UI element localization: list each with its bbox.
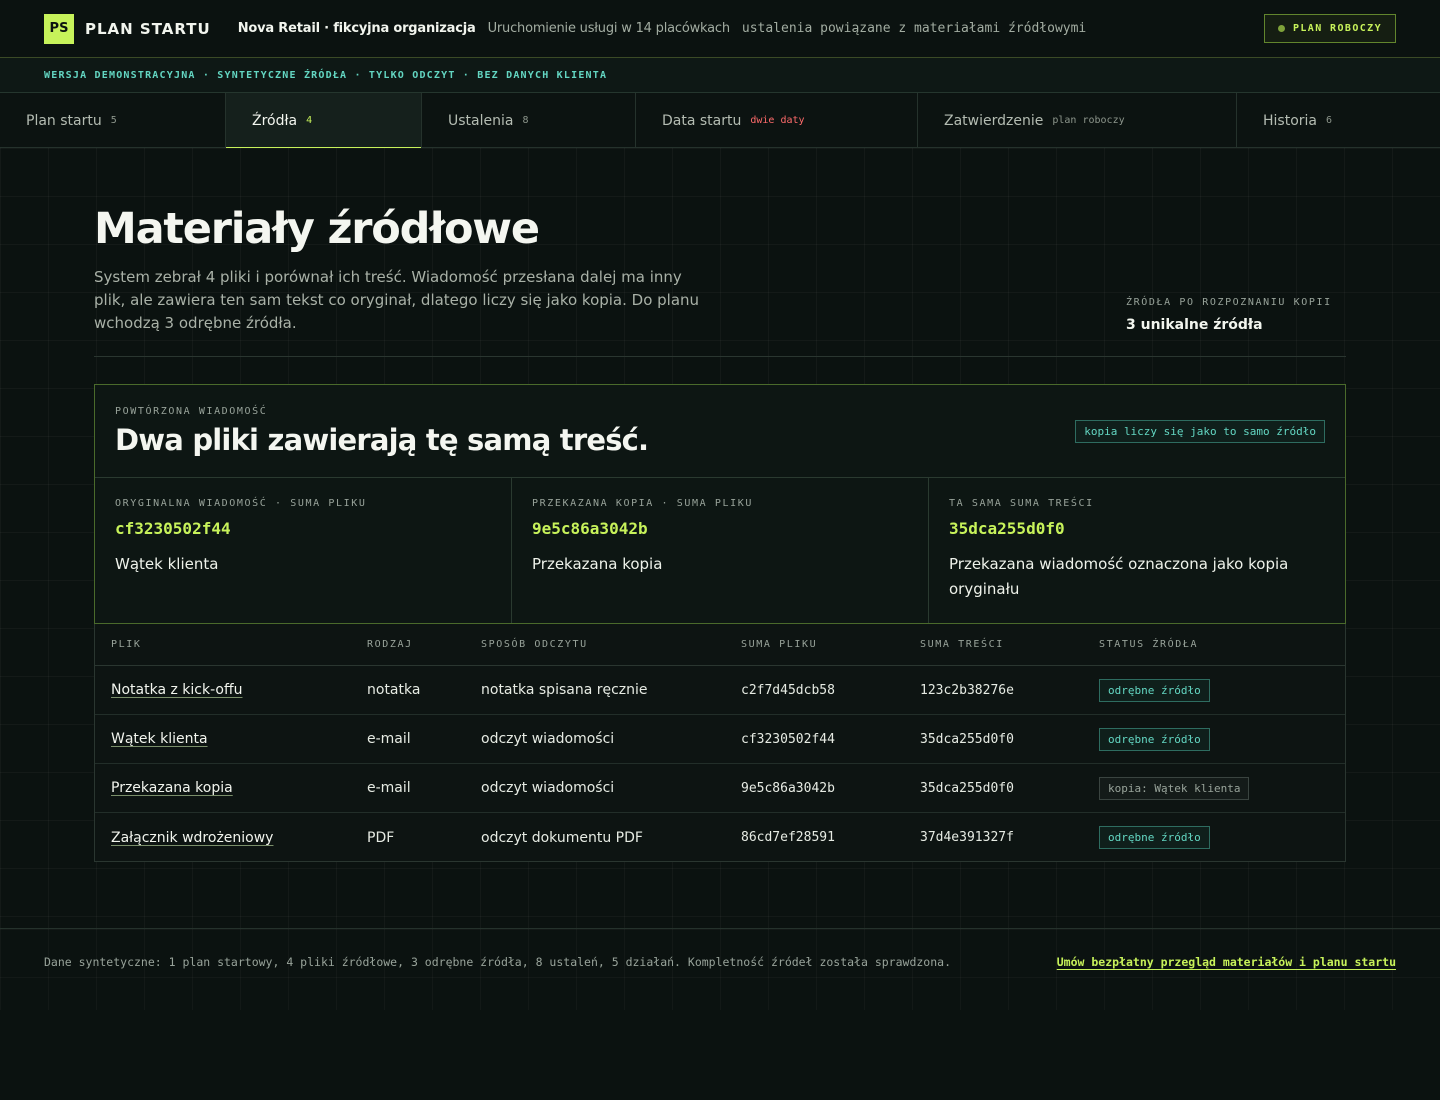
tab-data-startu[interactable]: Data startu dwie daty	[636, 93, 918, 148]
duplicate-panel-label: POWTÓRZONA WIADOMOŚĆ	[115, 406, 268, 417]
table-row: Wątek klienta e-mail odczyt wiadomości c…	[95, 715, 1345, 764]
file-kind: e-mail	[367, 731, 411, 747]
tab-bar: Plan startu 5 Źródła 4 Ustalenia 8 Data …	[0, 93, 1440, 149]
column-label: TA SAMA SUMA TREŚCI	[949, 498, 1094, 509]
file-link[interactable]: Wątek klienta	[111, 731, 208, 747]
copy-status-badge: kopia: Wątek klienta	[1099, 776, 1250, 800]
duplicate-message-panel: POWTÓRZONA WIADOMOŚĆ Dwa pliki zawierają…	[94, 384, 1346, 624]
logo[interactable]: PS	[44, 13, 74, 44]
file-link[interactable]: Załącznik wdrożeniowy	[111, 830, 273, 846]
tab-label: Zatwierdzenie	[944, 112, 1044, 129]
source-files-table: PLIK RODZAJ SPOSÓB ODCZYTU SUMA PLIKU SU…	[94, 624, 1346, 862]
unique-sources-value: 3 unikalne źródła	[1126, 317, 1263, 333]
book-review-link[interactable]: Umów bezpłatny przegląd materiałów i pla…	[1057, 955, 1396, 969]
source-status-badge: odrębne źródło	[1099, 727, 1210, 751]
tab-count: 8	[522, 115, 529, 126]
file-name: Przekazana kopia	[532, 555, 663, 573]
file-hash: cf3230502f44	[741, 731, 835, 747]
tab-label: Źródła	[252, 112, 298, 129]
table-row: Przekazana kopia e-mail odczyt wiadomośc…	[95, 764, 1345, 813]
source-status-badge: odrębne źródło	[1099, 678, 1210, 702]
read-method: odczyt wiadomości	[481, 731, 615, 747]
project-note: ustalenia powiązane z materiałami źródło…	[741, 21, 1087, 36]
column-label: ORYGINALNA WIADOMOŚĆ · SUMA PLIKU	[115, 498, 367, 509]
divider	[94, 356, 1346, 357]
content-hash: 35dca255d0f0	[920, 780, 1014, 796]
tab-count: plan roboczy	[1052, 115, 1125, 126]
file-kind: e-mail	[367, 780, 411, 796]
tab-count: 4	[306, 115, 313, 126]
tab-plan-startu[interactable]: Plan startu 5	[0, 93, 226, 148]
tab-label: Historia	[1263, 112, 1317, 129]
file-hash: cf3230502f44	[115, 519, 231, 538]
file-hash: 9e5c86a3042b	[532, 519, 648, 538]
tab-label: Ustalenia	[448, 112, 514, 129]
table-header: PLIK RODZAJ SPOSÓB ODCZYTU SUMA PLIKU SU…	[95, 624, 1345, 666]
content-hash: 123c2b38276e	[920, 682, 1014, 698]
file-hash: 86cd7ef28591	[741, 830, 835, 845]
duplicate-panel-title: Dwa pliki zawierają tę samą treść.	[115, 423, 649, 457]
tab-ustalenia[interactable]: Ustalenia 8	[422, 93, 636, 148]
demo-notice-strip: WERSJA DEMONSTRACYJNA · SYNTETYCZNE ŹRÓD…	[0, 58, 1440, 93]
tab-zrodla[interactable]: Źródła 4	[226, 93, 422, 149]
forwarded-copy-column: PRZEKAZANA KOPIA · SUMA PLIKU 9e5c86a304…	[512, 478, 929, 623]
page-description: System zebrał 4 pliki i porównał ich tre…	[94, 268, 700, 332]
read-method: odczyt dokumentu PDF	[481, 829, 643, 846]
tab-count: 5	[110, 115, 117, 126]
organization-name: Nova Retail · fikcyjna organizacja	[237, 21, 476, 36]
duplicate-panel-header: POWTÓRZONA WIADOMOŚĆ Dwa pliki zawierają…	[95, 385, 1345, 478]
file-hash: 9e5c86a3042b	[741, 780, 835, 796]
read-method: notatka spisana ręcznie	[481, 682, 648, 698]
unique-sources-label: ŹRÓDŁA PO ROZPOZNANIU KOPII	[1126, 297, 1332, 308]
top-bar: PS PLAN STARTU Nova Retail · fikcyjna or…	[0, 0, 1440, 58]
original-message-column: ORYGINALNA WIADOMOŚĆ · SUMA PLIKU cf3230…	[95, 478, 512, 623]
column-header-status: STATUS ŹRÓDŁA	[1099, 639, 1199, 650]
footer-summary: Dane syntetyczne: 1 plan startowy, 4 pli…	[44, 955, 951, 969]
content-hash: 35dca255d0f0	[949, 519, 1065, 538]
file-hash: c2f7d45dcb58	[741, 682, 835, 698]
plan-status-badge[interactable]: PLAN ROBOCZY	[1263, 14, 1396, 43]
column-label: PRZEKAZANA KOPIA · SUMA PLIKU	[532, 498, 753, 509]
tab-label: Data startu	[662, 112, 742, 129]
brand-name[interactable]: PLAN STARTU	[85, 20, 211, 38]
copy-explanation: Przekazana wiadomość oznaczona jako kopi…	[949, 555, 1289, 598]
file-kind: notatka	[367, 682, 421, 698]
status-dot-icon	[1277, 25, 1285, 32]
read-method: odczyt wiadomości	[481, 780, 615, 796]
tab-zatwierdzenie[interactable]: Zatwierdzenie plan roboczy	[918, 93, 1237, 148]
column-header-file-hash: SUMA PLIKU	[741, 639, 818, 650]
column-header-content-hash: SUMA TREŚCI	[920, 639, 1004, 650]
tab-warning-count: dwie daty	[750, 115, 805, 126]
duplicate-comparison: ORYGINALNA WIADOMOŚĆ · SUMA PLIKU cf3230…	[95, 478, 1345, 623]
plan-status-label: PLAN ROBOCZY	[1292, 23, 1382, 34]
content-hash-column: TA SAMA SUMA TREŚCI 35dca255d0f0 Przekaz…	[929, 478, 1345, 623]
source-status-badge: odrębne źródło	[1099, 826, 1210, 849]
content-hash: 37d4e391327f	[920, 830, 1014, 845]
file-link[interactable]: Przekazana kopia	[111, 780, 233, 796]
table-row: Załącznik wdrożeniowy PDF odczyt dokumen…	[95, 813, 1345, 862]
tab-label: Plan startu	[26, 112, 102, 129]
footer: Dane syntetyczne: 1 plan startowy, 4 pli…	[0, 928, 1440, 1010]
project-description: Uruchomienie usługi w 14 placówkach	[487, 21, 730, 36]
tab-count: 6	[1326, 115, 1333, 126]
table-row: Notatka z kick-offu notatka notatka spis…	[95, 666, 1345, 715]
file-link[interactable]: Notatka z kick-offu	[111, 682, 242, 698]
column-header-kind: RODZAJ	[367, 639, 413, 650]
page-title: Materiały źródłowe	[94, 204, 540, 254]
file-name: Wątek klienta	[115, 555, 219, 573]
content-hash: 35dca255d0f0	[920, 731, 1014, 747]
file-kind: PDF	[367, 829, 395, 846]
duplicate-rule-badge: kopia liczy się jako to samo źródło	[1075, 420, 1325, 443]
column-header-method: SPOSÓB ODCZYTU	[481, 639, 588, 650]
column-header-file: PLIK	[111, 639, 142, 650]
tab-historia[interactable]: Historia 6	[1237, 93, 1440, 148]
